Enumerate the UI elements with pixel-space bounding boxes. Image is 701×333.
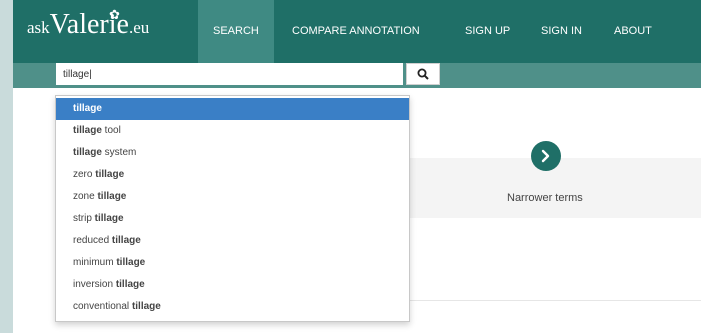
search-input[interactable] (56, 63, 403, 85)
item-prefix: zero (73, 169, 96, 180)
item-prefix: zone (73, 191, 98, 202)
nav-about[interactable]: ABOUT (599, 0, 667, 63)
autocomplete-item[interactable]: minimum tillage (56, 252, 409, 274)
autocomplete-item[interactable]: zone tillage (56, 186, 409, 208)
item-match: tillage (94, 213, 124, 224)
item-match: tillage (111, 235, 141, 246)
nav-sign-in[interactable]: SIGN IN (526, 0, 597, 63)
chevron-right-icon (541, 149, 550, 163)
item-prefix: conventional (73, 301, 132, 312)
top-navbar: askValerie.eu ✿ SEARCH COMPARE ANNOTATIO… (13, 0, 701, 63)
item-match: tillage (115, 279, 145, 290)
item-match: tillage (131, 301, 161, 312)
search-icon (417, 68, 429, 80)
autocomplete-dropdown: tillage tillage tool tillage system zero… (55, 95, 410, 322)
item-match: tillage (116, 257, 146, 268)
autocomplete-item[interactable]: reduced tillage (56, 230, 409, 252)
autocomplete-item[interactable]: tillage system (56, 142, 409, 164)
autocomplete-item[interactable]: zero tillage (56, 164, 409, 186)
logo-suffix: .eu (128, 18, 150, 37)
logo-prefix: ask (27, 18, 50, 37)
item-prefix: inversion (73, 279, 116, 290)
nav-search[interactable]: SEARCH (198, 0, 274, 63)
item-suffix: tool (101, 125, 121, 136)
item-prefix: strip (73, 213, 95, 224)
nav-sign-up[interactable]: SIGN UP (450, 0, 525, 63)
search-button[interactable] (406, 63, 440, 85)
item-match: tillage (73, 125, 102, 136)
item-match: tillage (97, 191, 127, 202)
item-match: tillage (95, 169, 125, 180)
autocomplete-item[interactable]: tillage (56, 98, 409, 120)
autocomplete-item[interactable]: conventional tillage (56, 296, 409, 318)
autocomplete-item[interactable]: inversion tillage (56, 274, 409, 296)
item-match: tillage (73, 103, 102, 114)
item-prefix: reduced (73, 235, 112, 246)
narrower-terms-button[interactable] (531, 141, 561, 171)
item-match: tillage (73, 147, 102, 158)
site-logo[interactable]: askValerie.eu ✿ (27, 7, 150, 41)
autocomplete-item[interactable]: tillage tool (56, 120, 409, 142)
logo-leaf-icon: ✿ (109, 7, 120, 22)
item-suffix: system (101, 147, 137, 158)
app-window: askValerie.eu ✿ SEARCH COMPARE ANNOTATIO… (13, 0, 701, 333)
item-prefix: minimum (73, 257, 117, 268)
autocomplete-item[interactable]: strip tillage (56, 208, 409, 230)
nav-compare-annotation[interactable]: COMPARE ANNOTATION (277, 0, 435, 63)
narrower-terms-label[interactable]: Narrower terms (507, 192, 583, 204)
